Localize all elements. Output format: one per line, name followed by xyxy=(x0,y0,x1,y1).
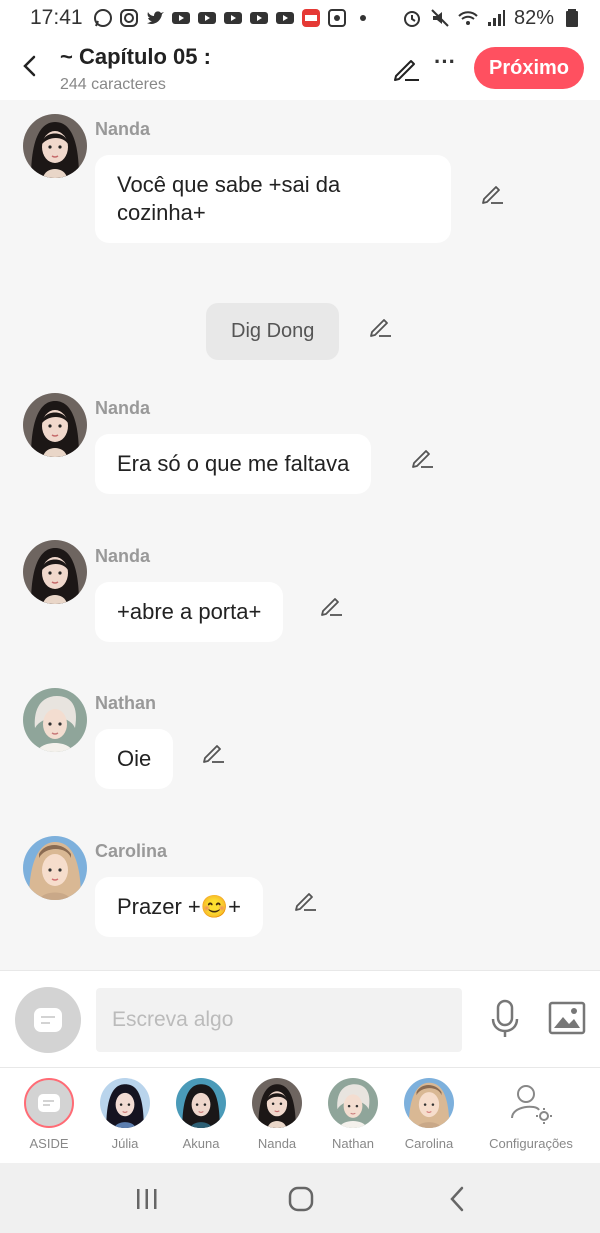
avatar xyxy=(404,1078,454,1128)
avatar[interactable] xyxy=(23,540,87,604)
avatar xyxy=(100,1078,150,1128)
avatar xyxy=(328,1078,378,1128)
settings-user-icon xyxy=(511,1085,552,1124)
header: ~ Capítulo 05 : 244 caracteres ··· Próxi… xyxy=(0,36,600,100)
aside-icon xyxy=(24,1078,74,1128)
message-input[interactable] xyxy=(96,988,462,1052)
mute-icon xyxy=(431,9,449,27)
nanda-avatar-icon xyxy=(23,393,87,457)
chapter-title: ~ Capítulo 05 : xyxy=(60,44,211,69)
nanda-avatar-icon xyxy=(252,1078,302,1128)
alarm-icon xyxy=(403,11,420,27)
akuna-avatar-icon xyxy=(176,1078,226,1128)
character-label: Nathan xyxy=(332,1136,374,1151)
home-icon[interactable] xyxy=(287,1185,315,1213)
status-bar: 17:41 82% xyxy=(0,0,600,36)
message-author: Nathan xyxy=(95,693,157,713)
julia-avatar-icon xyxy=(100,1078,150,1128)
chat-mode-button[interactable] xyxy=(15,987,81,1053)
wifi-icon xyxy=(458,11,478,25)
character-nanda[interactable]: Nanda xyxy=(239,1078,315,1151)
nathan-avatar-icon xyxy=(328,1078,378,1128)
message-bubble[interactable]: +abre a porta+ xyxy=(95,582,284,642)
edit-message-icon[interactable] xyxy=(318,592,344,618)
youtube-icon xyxy=(275,12,294,24)
character-akuna[interactable]: Akuna xyxy=(163,1078,239,1151)
youtube-icon xyxy=(249,12,268,24)
nanda-avatar-icon xyxy=(23,540,87,604)
battery-icon xyxy=(566,9,578,27)
character-label: Configurações xyxy=(489,1136,573,1151)
message-author: Nanda xyxy=(95,546,151,566)
character-settings[interactable]: Configurações xyxy=(480,1078,582,1151)
avatar[interactable] xyxy=(23,688,87,752)
twitter-icon xyxy=(146,11,164,24)
edit-message-icon[interactable] xyxy=(367,313,393,339)
character-julia[interactable]: Júlia xyxy=(87,1078,163,1151)
back-button[interactable] xyxy=(14,50,46,82)
character-label: Júlia xyxy=(111,1136,139,1151)
next-button[interactable]: Próximo xyxy=(474,47,584,89)
more-options-icon[interactable]: ··· xyxy=(432,51,458,80)
message-author: Nanda xyxy=(95,119,151,139)
chevron-left-icon xyxy=(23,55,36,77)
message-author: Nanda xyxy=(95,398,151,418)
edit-message-icon[interactable] xyxy=(292,887,318,913)
character-label: Nanda xyxy=(257,1136,297,1151)
avatar xyxy=(176,1078,226,1128)
message-author: Carolina xyxy=(95,841,168,861)
character-label: Carolina xyxy=(404,1136,454,1151)
edit-title-icon[interactable] xyxy=(392,54,420,82)
character-bar: ASIDE Júlia Akuna Nanda Nathan Carolina … xyxy=(0,1068,600,1163)
avatar xyxy=(252,1078,302,1128)
battery-level: 82% xyxy=(513,6,554,29)
recent-apps-icon[interactable] xyxy=(133,1185,161,1213)
message-bubble[interactable]: Era só o que me faltava xyxy=(95,434,372,494)
character-label: Akuna xyxy=(182,1136,220,1151)
status-right: 82% xyxy=(402,7,582,30)
whatsapp-icon xyxy=(93,9,112,27)
character-label: ASIDE xyxy=(29,1136,69,1151)
message-bubble[interactable]: Você que sabe +sai da cozinha+ xyxy=(95,155,451,243)
dot-icon xyxy=(359,15,366,21)
youtube-icon xyxy=(171,12,190,24)
status-time: 17:41 xyxy=(30,6,83,29)
system-nav-bar xyxy=(0,1163,600,1233)
edit-message-icon[interactable] xyxy=(409,444,435,470)
avatar[interactable] xyxy=(23,393,87,457)
youtube-icon xyxy=(223,12,242,24)
gallery-icon xyxy=(327,9,346,27)
character-nathan[interactable]: Nathan xyxy=(315,1078,391,1151)
message-bubble[interactable]: Prazer +😊+ xyxy=(95,877,263,937)
message-icon xyxy=(34,1008,62,1032)
chat-list[interactable]: Nanda Você que sabe +sai da cozinha+ Dig… xyxy=(0,100,600,970)
carolina-avatar-icon xyxy=(404,1078,454,1128)
signal-icon xyxy=(487,10,505,26)
nathan-avatar-icon xyxy=(23,688,87,752)
microphone-icon[interactable] xyxy=(489,999,521,1039)
instagram-icon xyxy=(119,9,138,27)
edit-message-icon[interactable] xyxy=(200,739,226,765)
narration-bubble[interactable]: Dig Dong xyxy=(206,303,340,360)
character-carolina[interactable]: Carolina xyxy=(391,1078,467,1151)
carolina-avatar-icon xyxy=(23,836,87,900)
youtube-icon xyxy=(197,12,216,24)
mangatoon-icon xyxy=(301,9,320,27)
nanda-avatar-icon xyxy=(23,114,87,178)
message-bubble[interactable]: Oie xyxy=(95,729,174,789)
edit-message-icon[interactable] xyxy=(479,180,505,206)
character-count: 244 caracteres xyxy=(60,76,166,93)
character-aside[interactable]: ASIDE xyxy=(11,1078,87,1151)
notification-icons xyxy=(93,8,373,28)
back-nav-icon[interactable] xyxy=(444,1185,472,1213)
avatar[interactable] xyxy=(23,114,87,178)
composer xyxy=(0,970,600,1068)
image-icon[interactable] xyxy=(548,1001,586,1035)
avatar[interactable] xyxy=(23,836,87,900)
